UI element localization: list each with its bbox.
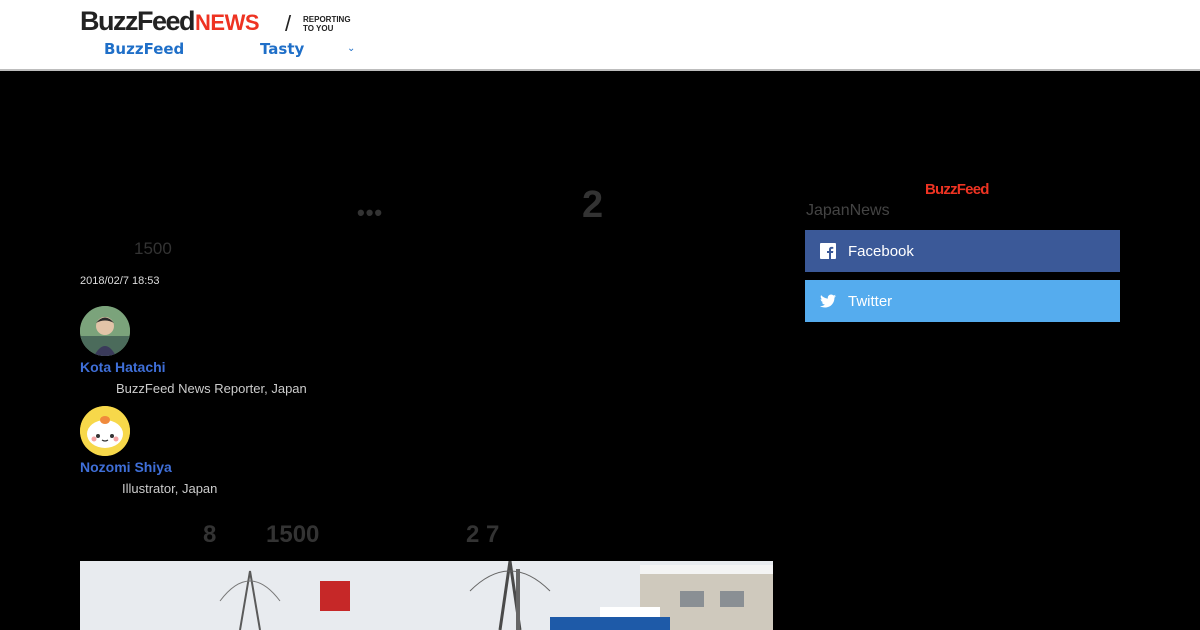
tagline-line-2: TO YOU	[303, 24, 334, 33]
logo-slash: /	[285, 11, 292, 36]
author-name-link[interactable]: Kota Hatachi	[80, 359, 166, 375]
title-number: 2	[582, 184, 604, 226]
tagline-line-1: REPORTING	[303, 15, 351, 24]
author-avatar-kota[interactable]	[80, 306, 130, 356]
logo-news-text: NEWS	[195, 10, 260, 35]
buzzfeed-news-logo[interactable]: BuzzFeed NEWS / REPORTING TO YOU	[80, 6, 351, 36]
chevron-down-icon[interactable]: ⌄	[347, 43, 355, 54]
facebook-icon	[820, 243, 836, 259]
author-avatar-nozomi[interactable]	[80, 406, 130, 456]
share-twitter-label: Twitter	[848, 292, 893, 310]
twitter-icon	[820, 294, 836, 308]
site-header: BuzzFeed NEWS / REPORTING TO YOU BuzzFee…	[0, 0, 1200, 71]
snow-scene-illustration	[80, 561, 773, 630]
share-facebook-label: Facebook	[848, 242, 914, 260]
avatar-photo-icon	[80, 306, 130, 356]
sidebar-label: JapanNews	[806, 202, 890, 219]
logo-buzzfeed-text: BuzzFeed	[80, 6, 196, 36]
lead-text-fragment: 2 7	[466, 521, 500, 548]
nav-link-buzzfeed[interactable]: BuzzFeed	[104, 40, 184, 58]
author-role: BuzzFeed News Reporter, Japan	[116, 381, 307, 396]
title-ellipsis: •••	[357, 200, 384, 225]
logo-tagline: REPORTING TO YOU	[303, 15, 363, 33]
share-twitter-button[interactable]: Twitter	[805, 280, 1120, 322]
author-name-link[interactable]: Nozomi Shiya	[80, 459, 172, 475]
lead-text-fragment: 1500	[266, 521, 320, 548]
sidebar-brand-logo[interactable]: BuzzFeed	[925, 181, 989, 198]
article-subtitle: 1500	[134, 239, 172, 258]
article-hero-image	[80, 561, 773, 630]
publish-date: 2018/02/7 18:53	[80, 275, 160, 287]
nav-link-tasty[interactable]: Tasty	[260, 40, 304, 58]
author-role: Illustrator, Japan	[122, 481, 218, 496]
share-facebook-button[interactable]: Facebook	[805, 230, 1120, 272]
avatar-illustration-icon	[80, 406, 130, 456]
lead-text-fragment: 8	[203, 521, 217, 548]
